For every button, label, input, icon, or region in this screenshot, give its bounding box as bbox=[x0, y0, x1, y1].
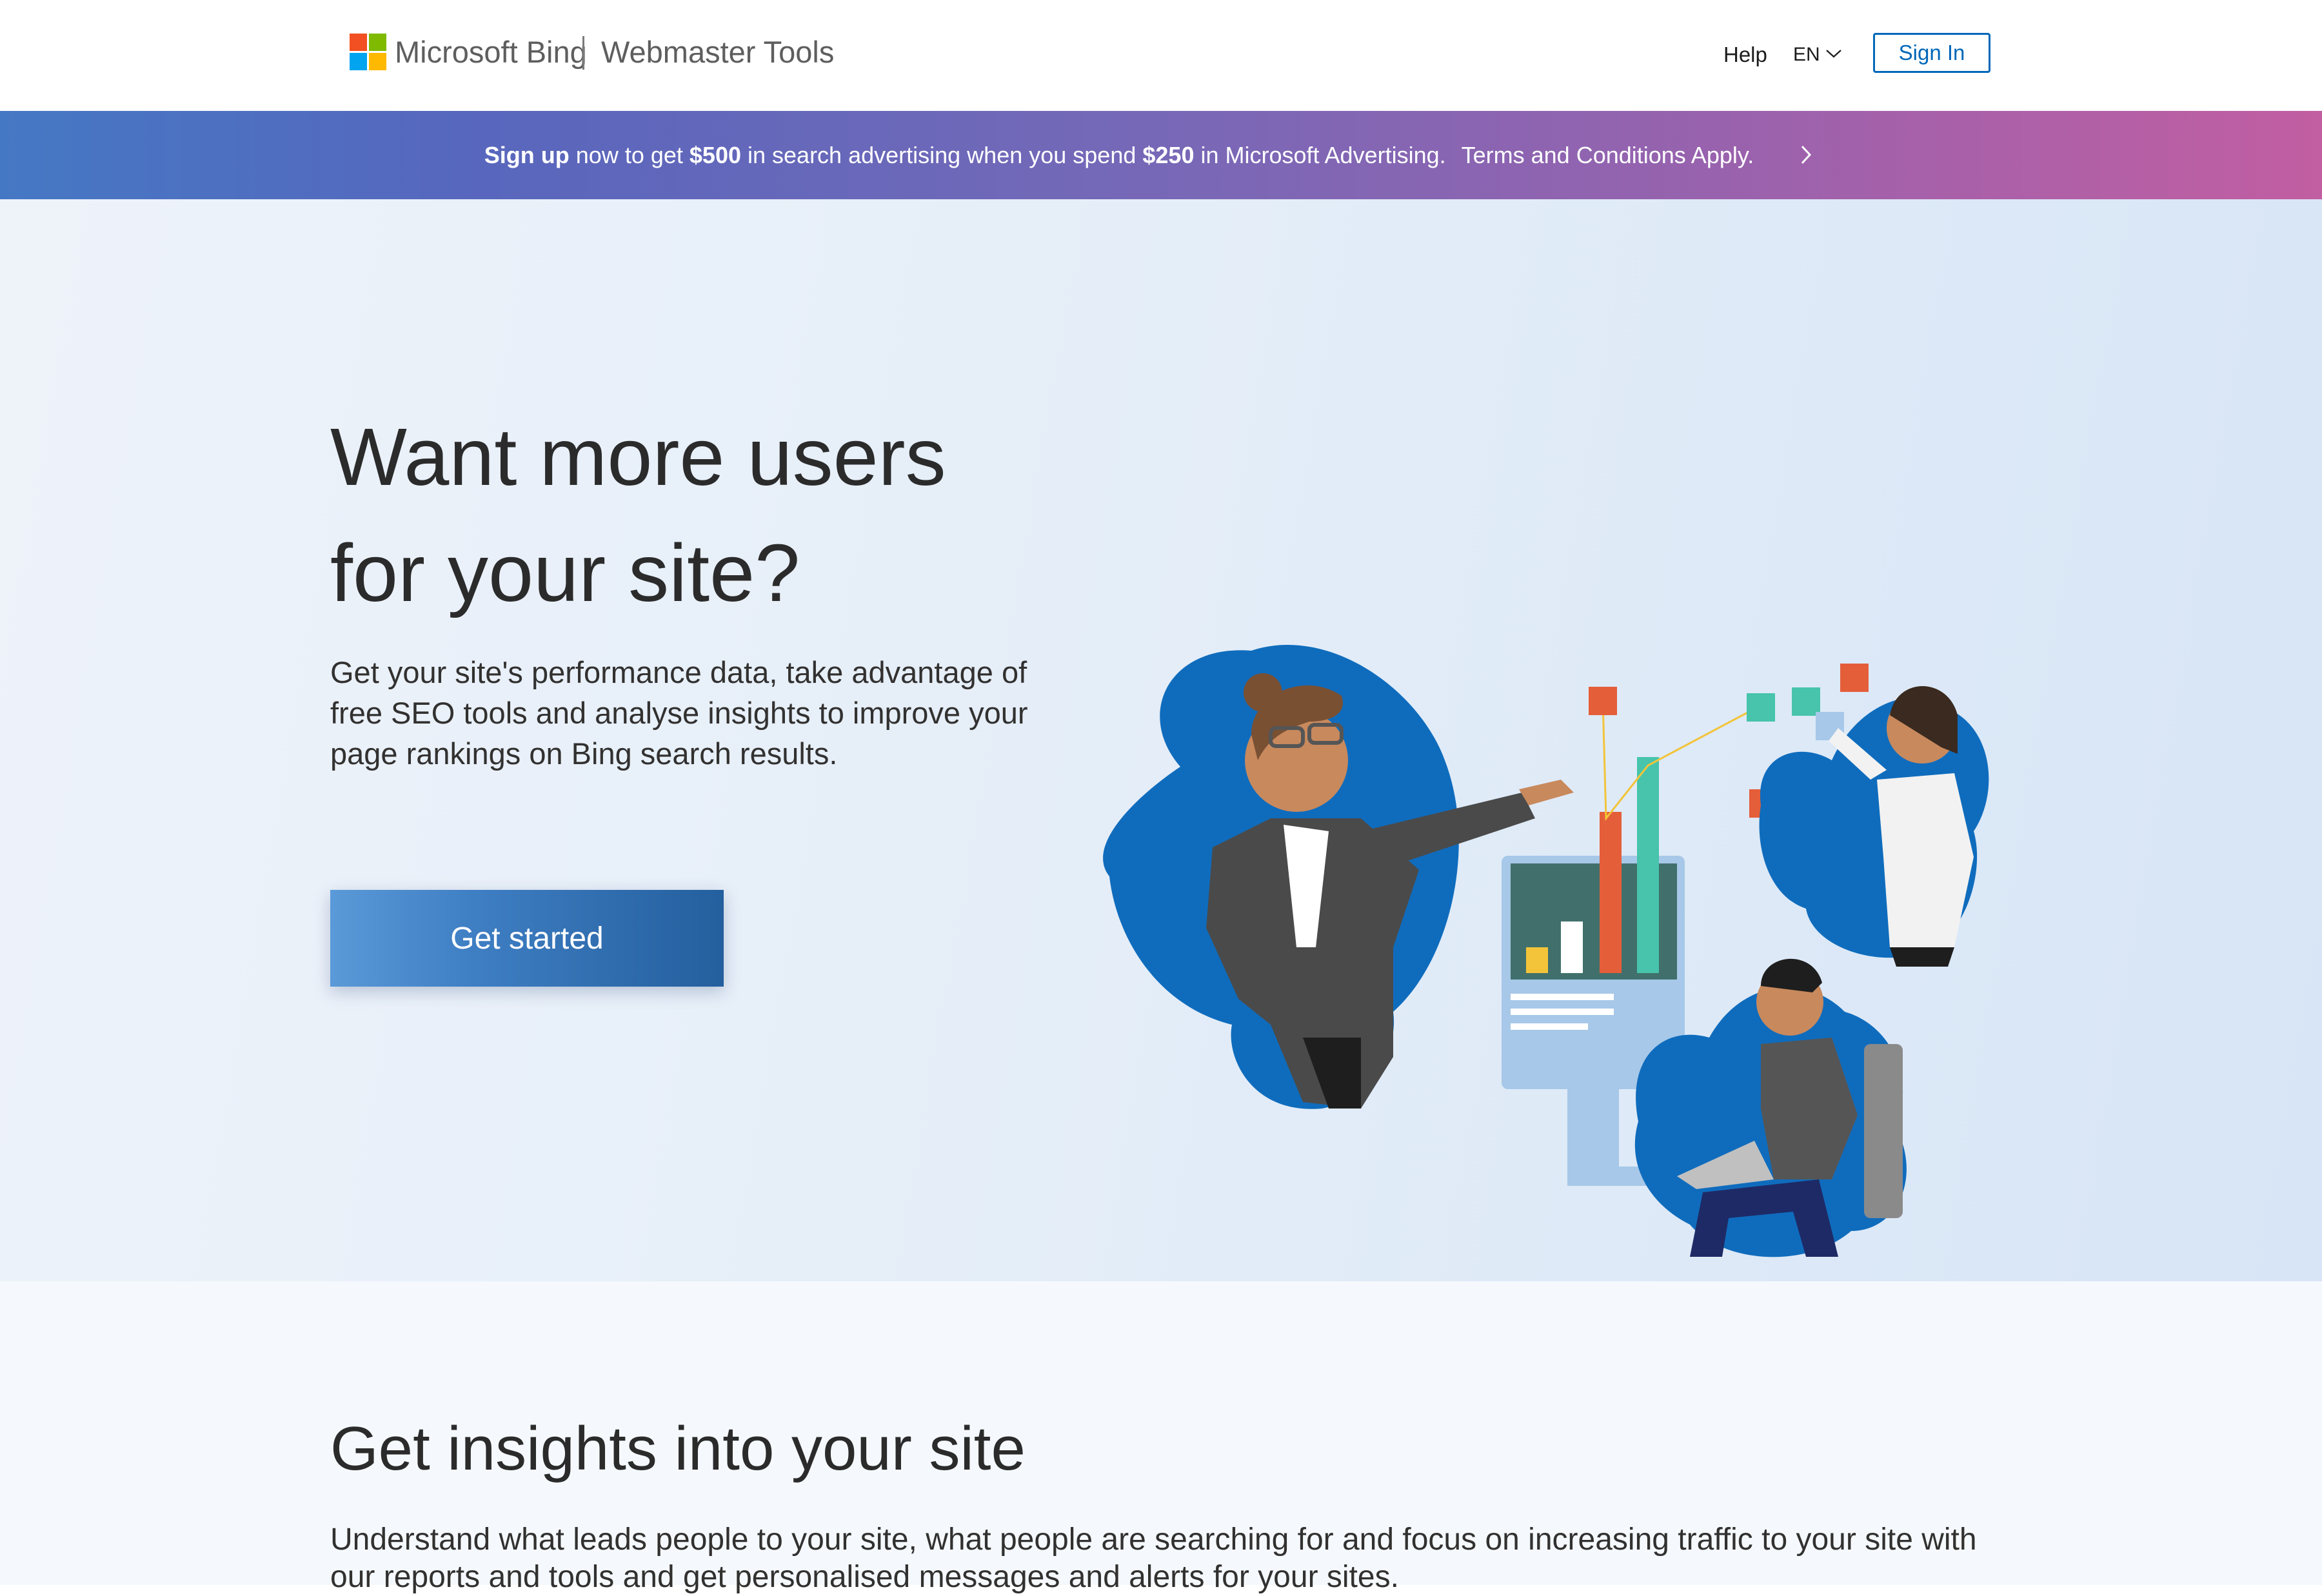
chevron-right-icon[interactable] bbox=[1798, 143, 1814, 167]
insights-title: Get insights into your site bbox=[330, 1414, 1026, 1483]
language-selector[interactable]: EN bbox=[1793, 40, 1841, 70]
brand-divider bbox=[582, 36, 584, 70]
sign-in-button[interactable]: Sign In bbox=[1873, 33, 1990, 73]
insights-section: Get insights into your site Understand w… bbox=[0, 1281, 2322, 1594]
promo-text: Sign up now to get $500 in search advert… bbox=[484, 142, 1754, 168]
hero-description: Get your site's performance data, take a… bbox=[330, 655, 1028, 771]
terms-link[interactable]: Terms and Conditions Apply. bbox=[1462, 142, 1754, 168]
product-name[interactable]: Webmaster Tools bbox=[601, 31, 834, 74]
brand-name[interactable]: Microsoft Bing bbox=[395, 31, 587, 74]
get-started-button[interactable]: Get started bbox=[330, 890, 724, 987]
hero-section: Want more users for your site? Get your … bbox=[0, 199, 2322, 1281]
site-header: Microsoft Bing Webmaster Tools Help EN S… bbox=[0, 0, 2322, 111]
promo-banner[interactable]: Sign up now to get $500 in search advert… bbox=[0, 111, 2322, 199]
hero-illustration bbox=[1103, 645, 1989, 1257]
help-link[interactable]: Help bbox=[1723, 40, 1767, 70]
hero-title: Want more users for your site? bbox=[330, 411, 946, 618]
analyst-figure bbox=[1759, 686, 1989, 967]
chevron-down-icon bbox=[1826, 50, 1841, 58]
promo-signup[interactable]: Sign up bbox=[484, 142, 570, 168]
language-label: EN bbox=[1793, 44, 1820, 65]
microsoft-logo-icon[interactable] bbox=[350, 34, 386, 70]
